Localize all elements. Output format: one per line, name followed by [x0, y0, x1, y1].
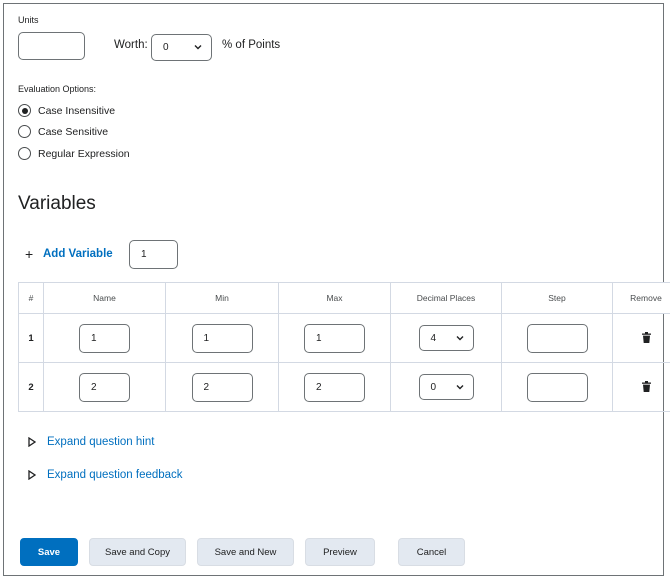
radio-label: Regular Expression — [38, 147, 130, 160]
worth-select[interactable]: 0 — [151, 34, 212, 61]
chevron-down-icon — [456, 385, 463, 390]
column-header: Step — [501, 282, 613, 314]
percent-of-points-label: % of Points — [222, 39, 281, 51]
column-header: Decimal Places — [390, 282, 502, 314]
radio-button[interactable] — [18, 125, 31, 138]
decimal-places-select[interactable]: 0 — [418, 374, 474, 400]
decimal-places-value: 0 — [430, 381, 437, 393]
evaluation-options-label: Evaluation Options: — [18, 84, 97, 94]
expand-hint-toggle[interactable]: Expand question hint — [28, 436, 154, 448]
min-cell: 2 — [165, 362, 279, 412]
decimal-places-value: 4 — [430, 332, 437, 344]
max-input[interactable]: 1 — [304, 323, 365, 353]
variables-heading: Variables — [18, 193, 96, 214]
step-cell — [501, 362, 613, 412]
decimal-places-cell: 0 — [390, 362, 502, 412]
radio-case-sensitive[interactable]: Case Sensitive — [18, 125, 108, 138]
decimal-places-cell: 4 — [390, 313, 502, 363]
column-header: Min — [165, 282, 279, 314]
step-cell — [501, 313, 613, 363]
table-header-row: # Name Min Max Decimal Places Step Remov… — [18, 282, 670, 314]
trash-icon[interactable] — [641, 381, 651, 393]
max-cell: 1 — [278, 313, 391, 363]
preview-button[interactable]: Preview — [305, 538, 375, 566]
min-input[interactable]: 2 — [191, 372, 253, 402]
worth-select-value: 0 — [163, 42, 169, 53]
expand-feedback-link[interactable]: Expand question feedback — [47, 469, 183, 481]
radio-case-insensitive[interactable]: Case Insensitive — [18, 104, 115, 117]
triangle-right-icon — [28, 470, 36, 480]
radio-label: Case Sensitive — [38, 125, 109, 138]
max-cell: 2 — [278, 362, 391, 412]
chevron-down-icon — [456, 336, 463, 341]
variables-table: # Name Min Max Decimal Places Step Remov… — [18, 282, 670, 412]
table-row: 2 2 2 2 0 — [18, 362, 670, 412]
min-input[interactable]: 1 — [191, 323, 253, 353]
expand-hint-link[interactable]: Expand question hint — [47, 436, 154, 448]
add-variable-button[interactable]: Add Variable — [43, 248, 113, 260]
step-input[interactable] — [526, 372, 588, 402]
name-input[interactable]: 2 — [79, 372, 130, 402]
cancel-button[interactable]: Cancel — [398, 538, 465, 566]
units-input[interactable] — [18, 32, 85, 60]
column-header: Name — [43, 282, 166, 314]
remove-cell — [612, 362, 670, 412]
add-variable-plus-icon[interactable]: + — [25, 246, 33, 262]
radio-regular-expression[interactable]: Regular Expression — [18, 147, 130, 160]
question-editor-panel: Units Worth: 0 % of Points Evaluation Op… — [3, 3, 670, 576]
decimal-places-select[interactable]: 4 — [418, 325, 474, 351]
worth-label: Worth: — [114, 39, 148, 51]
min-cell: 1 — [165, 313, 279, 363]
radio-button-checked[interactable] — [18, 104, 31, 117]
triangle-right-icon — [28, 437, 36, 447]
name-cell: 2 — [43, 362, 166, 412]
column-header: Max — [278, 282, 391, 314]
save-and-copy-button[interactable]: Save and Copy — [89, 538, 186, 566]
radio-button[interactable] — [18, 147, 31, 160]
column-header: # — [18, 282, 44, 314]
trash-icon[interactable] — [641, 332, 651, 344]
save-and-new-button[interactable]: Save and New — [197, 538, 294, 566]
variable-count-input[interactable]: 1 — [129, 240, 178, 269]
column-header: Remove — [612, 282, 670, 314]
table-row: 1 1 1 1 4 — [18, 313, 670, 363]
remove-cell — [612, 313, 670, 363]
expand-feedback-toggle[interactable]: Expand question feedback — [28, 469, 183, 481]
name-input[interactable]: 1 — [79, 323, 130, 353]
row-number: 2 — [18, 362, 44, 412]
chevron-down-icon — [194, 45, 202, 50]
name-cell: 1 — [43, 313, 166, 363]
save-button[interactable]: Save — [20, 538, 78, 566]
max-input[interactable]: 2 — [304, 372, 365, 402]
units-label: Units — [18, 15, 39, 25]
radio-label: Case Insensitive — [38, 104, 116, 117]
step-input[interactable] — [526, 323, 588, 353]
row-number: 1 — [18, 313, 44, 363]
